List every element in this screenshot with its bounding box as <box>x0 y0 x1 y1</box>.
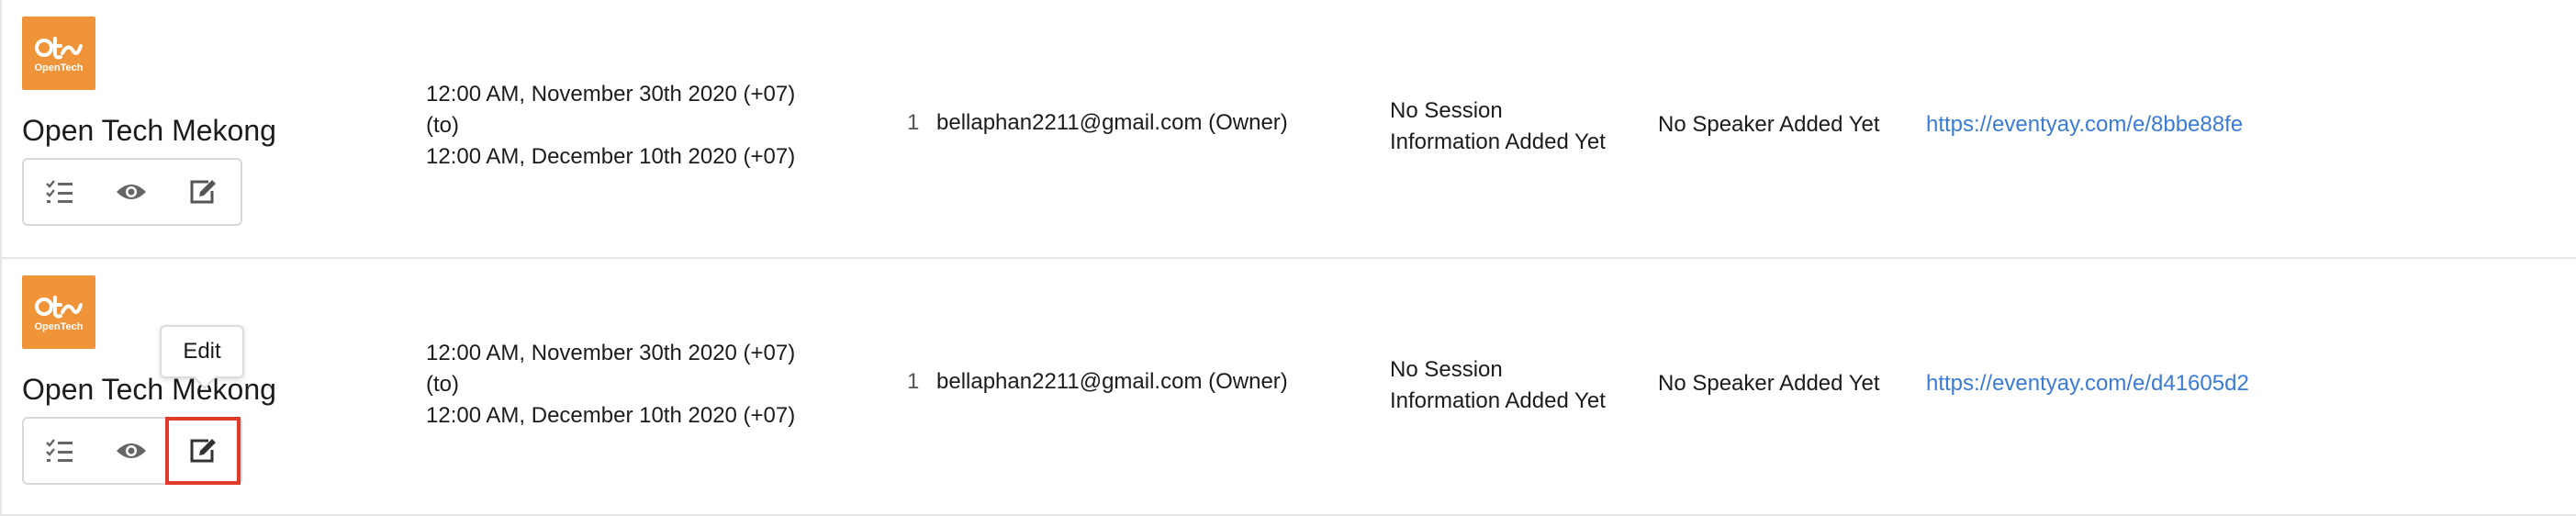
opentech-logo-icon <box>35 37 83 60</box>
logo-text: OpenTech <box>34 321 84 332</box>
event-logo: OpenTech <box>22 275 95 349</box>
date-end: 12:00 AM, December 10th 2020 (+07) <box>426 403 796 428</box>
edit-tooltip: Edit <box>160 325 244 378</box>
list-check-icon <box>46 180 73 203</box>
role-count: 1 <box>907 369 920 394</box>
owner-email: bellaphan2211@gmail.com (Owner) <box>936 369 1288 394</box>
session-line-2: Information Added Yet <box>1390 388 1606 413</box>
session-line-2: Information Added Yet <box>1390 129 1606 154</box>
role-count: 1 <box>907 110 920 135</box>
tooltip-label: Edit <box>183 339 221 364</box>
view-button[interactable] <box>95 419 167 483</box>
eye-icon <box>117 185 146 199</box>
event-actions <box>22 158 242 226</box>
date-to: (to) <box>426 372 459 397</box>
edit-icon <box>190 180 216 204</box>
event-row: OpenTech Open Tech Mekong 12:00 AM, Nove… <box>0 257 2576 514</box>
event-dates: 12:00 AM, November 30th 2020 (+07) (to) … <box>426 79 795 173</box>
session-status: No Session Information Added Yet <box>1390 354 1606 417</box>
opentech-logo-icon <box>35 296 83 319</box>
edit-icon <box>190 439 216 463</box>
event-url-link[interactable]: https://eventyay.com/e/d41605d2 <box>1926 371 2249 397</box>
speaker-status: No Speaker Added Yet <box>1658 371 1880 396</box>
event-actions <box>22 417 242 485</box>
event-dates: 12:00 AM, November 30th 2020 (+07) (to) … <box>426 338 795 432</box>
date-to: (to) <box>426 113 459 138</box>
list-check-icon <box>46 439 73 462</box>
session-status: No Session Information Added Yet <box>1390 95 1606 158</box>
event-url-link[interactable]: https://eventyay.com/e/8bbe88fe <box>1926 112 2243 138</box>
speaker-status: No Speaker Added Yet <box>1658 112 1880 137</box>
date-start: 12:00 AM, November 30th 2020 (+07) <box>426 341 796 365</box>
eye-icon <box>117 443 146 458</box>
list-button[interactable] <box>24 419 95 483</box>
session-line-1: No Session <box>1390 357 1503 382</box>
date-start: 12:00 AM, November 30th 2020 (+07) <box>426 82 796 107</box>
event-logo: OpenTech <box>22 17 95 90</box>
session-line-1: No Session <box>1390 98 1503 123</box>
logo-text: OpenTech <box>34 62 84 73</box>
date-end: 12:00 AM, December 10th 2020 (+07) <box>426 144 796 169</box>
event-row: OpenTech Open Tech Mekong 12:00 AM, Nove… <box>0 0 2576 257</box>
edit-button[interactable] <box>165 417 241 485</box>
edit-button[interactable] <box>167 160 239 224</box>
list-button[interactable] <box>24 160 95 224</box>
event-name[interactable]: Open Tech Mekong <box>22 114 276 148</box>
view-button[interactable] <box>95 160 167 224</box>
owner-email: bellaphan2211@gmail.com (Owner) <box>936 110 1288 135</box>
